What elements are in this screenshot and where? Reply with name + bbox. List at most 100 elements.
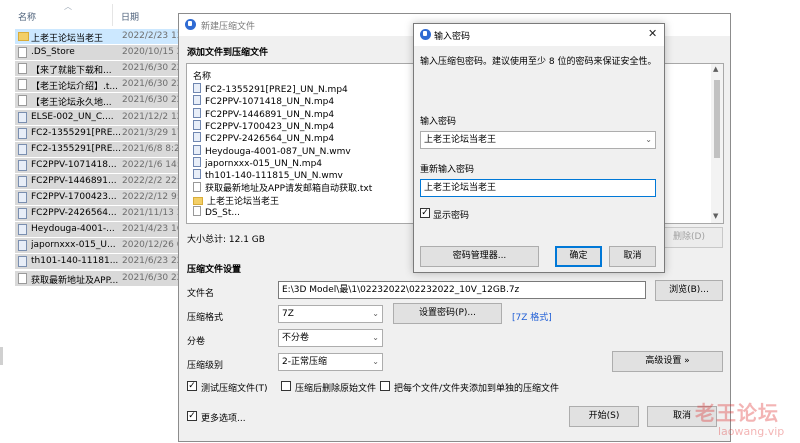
column-name[interactable]: 名称 — [18, 10, 36, 23]
watermark-url: laowang.vip — [718, 425, 785, 438]
set-password-button[interactable]: 设置密码(P)... — [393, 303, 502, 324]
scroll-handle[interactable] — [0, 347, 3, 365]
archive-list-item[interactable]: 获取最新地址及APP请发邮箱自动获取.txt — [193, 181, 372, 194]
scroll-down-icon[interactable]: ▼ — [713, 212, 718, 220]
archive-item-name: Heydouga-4001-087_UN_N.wmv — [205, 146, 351, 157]
filename-input[interactable]: E:\3D Model\最\1\02232022\02232022_10V_12… — [278, 281, 646, 299]
archive-list-item[interactable]: DS_St... — [193, 206, 240, 218]
archive-list-item[interactable]: Heydouga-4001-087_UN_N.wmv — [193, 144, 351, 157]
video-file-icon — [193, 144, 201, 155]
password-manager-button[interactable]: 密码管理器... — [420, 246, 539, 267]
file-icon — [18, 63, 27, 75]
file-icon — [18, 47, 27, 59]
archive-item-name: DS_St... — [205, 208, 240, 218]
video-file-icon — [18, 224, 27, 236]
separate-archives-checkbox[interactable] — [380, 381, 390, 391]
delete-source-checkbox[interactable] — [281, 381, 291, 391]
column-separator[interactable] — [112, 4, 113, 26]
file-row[interactable]: FC2-1355291[PRE... 2021/6/8 8:21 — [15, 141, 195, 157]
file-row[interactable]: 【来了就能下载和... 2021/6/30 22: — [15, 61, 195, 77]
video-file-icon — [193, 107, 201, 118]
app-icon — [185, 19, 196, 30]
column-date[interactable]: 日期 — [121, 10, 139, 23]
file-row[interactable]: FC2PPV-1700423... 2022/2/12 9:5 — [15, 190, 195, 205]
file-row[interactable]: japornxxx-015_U... 2020/12/26 0: — [15, 238, 195, 254]
watermark-logo: 老王论坛 — [695, 401, 779, 425]
video-file-icon — [18, 143, 27, 155]
file-row[interactable]: 【老王论坛介绍】.t... 2021/6/30 22: — [15, 77, 195, 93]
password-input[interactable]: 上老王论坛当老王 ⌄ — [420, 131, 656, 149]
archive-list-item[interactable]: FC2PPV-2426564_UN_N.mp4 — [193, 132, 334, 144]
file-name: FC2-1355291[PRE... — [31, 127, 121, 138]
archive-item-name: th101-140-111815_UN_N.wmv — [205, 171, 343, 182]
file-name: japornxxx-015_U... — [31, 240, 116, 251]
ok-button[interactable]: 确定 — [555, 246, 602, 267]
list-scrollbar[interactable]: ▲ ▼ — [711, 64, 723, 223]
archive-list-item[interactable]: th101-140-111815_UN_N.wmv — [193, 169, 343, 181]
file-icon — [18, 79, 27, 91]
file-row[interactable]: FC2PPV-2426564... 2021/11/13 3: — [15, 206, 195, 222]
format-link[interactable]: [7Z 格式] — [512, 310, 552, 323]
file-row[interactable]: .DS_Store 2020/10/15 23: — [15, 45, 195, 61]
advanced-settings-button[interactable]: 高级设置 » — [612, 351, 723, 372]
show-password-checkbox[interactable]: ✓ — [420, 208, 430, 218]
confirm-password-input[interactable]: 上老王论坛当老王 — [420, 179, 656, 197]
split-select[interactable]: 不分卷 ⌄ — [278, 329, 383, 347]
password-cancel-button[interactable]: 取消 — [609, 246, 656, 267]
app-icon — [420, 29, 431, 40]
password-dialog-title: 输入密码 — [434, 32, 471, 42]
separate-archives-label: 把每个文件/文件夹添加到单独的压缩文件 — [394, 384, 560, 394]
text-file-icon — [193, 182, 201, 193]
archive-list-item[interactable]: FC2PPV-1446891_UN_N.mp4 — [193, 107, 334, 120]
level-select[interactable]: 2-正常压缩 ⌄ — [278, 353, 383, 371]
file-row[interactable]: FC2-1355291[PRE... 2021/3/29 17: — [15, 125, 195, 141]
archive-list-item[interactable]: 上老王论坛当老王 — [193, 194, 279, 207]
format-select[interactable]: 7Z ⌄ — [278, 305, 383, 323]
file-row[interactable]: ELSE-002_UN_C.... 2021/12/2 12: — [15, 109, 195, 125]
video-file-icon — [18, 159, 27, 171]
file-row[interactable]: 【老王论坛永久地... 2021/6/30 22: — [15, 93, 195, 109]
test-archive-checkbox[interactable]: ✓ — [187, 381, 197, 391]
video-file-icon — [18, 175, 27, 187]
archive-list-item[interactable]: FC2-1355291[PRE2]_UN_N.mp4 — [193, 83, 348, 95]
file-row[interactable]: Heydouga-4001-... 2021/4/23 16: — [15, 222, 195, 238]
file-row[interactable]: FC2PPV-1071418... 2022/1/6 14:4 — [15, 157, 195, 173]
settings-heading: 压缩文件设置 — [187, 265, 242, 275]
browse-button[interactable]: 浏览(B)... — [655, 280, 723, 301]
scrollbar-thumb[interactable] — [714, 80, 720, 158]
more-options-checkbox[interactable]: ✓ — [187, 411, 197, 421]
archive-item-name: japornxxx-015_UN_N.mp4 — [205, 158, 323, 169]
archive-list-item[interactable]: japornxxx-015_UN_N.mp4 — [193, 156, 323, 169]
video-file-icon — [18, 240, 27, 252]
file-row[interactable]: th101-140-11181... 2021/6/23 22: — [15, 254, 195, 270]
archive-item-name: FC2PPV-1700423_UN_N.mp4 — [205, 121, 335, 132]
file-name: 上老王论坛当老王 — [31, 34, 104, 44]
test-archive-label: 测试压缩文件(T) — [201, 384, 268, 394]
format-label: 压缩格式 — [187, 313, 224, 323]
filename-label: 文件名 — [187, 289, 215, 299]
file-row[interactable]: 获取最新地址及APP... 2021/6/30 22: — [15, 270, 195, 286]
file-name: .DS_Store — [31, 47, 75, 58]
chevron-down-icon: ⌄ — [372, 309, 379, 318]
show-password-label: 显示密码 — [433, 211, 470, 221]
video-file-icon — [193, 132, 201, 143]
password-dialog-titlebar[interactable]: 输入密码 ✕ — [414, 24, 664, 46]
list-column-name[interactable]: 名称 — [193, 69, 211, 82]
start-button[interactable]: 开始(S) — [569, 406, 639, 427]
format-value: 7Z — [282, 309, 294, 319]
delete-button[interactable]: 删除(D) — [655, 227, 723, 248]
file-row[interactable]: 上老王论坛当老王 2022/2/23 13:4 — [15, 29, 195, 44]
scroll-up-icon[interactable]: ▲ — [713, 65, 718, 73]
file-name: FC2PPV-1071418... — [31, 159, 117, 170]
split-value: 不分卷 — [282, 333, 310, 343]
password-label: 输入密码 — [420, 117, 457, 127]
archive-list-item[interactable]: FC2PPV-1700423_UN_N.mp4 — [193, 119, 335, 132]
text-file-icon — [193, 206, 201, 216]
delete-source-label: 压缩后删除原始文件 — [295, 384, 377, 394]
file-row[interactable]: FC2PPV-1446891... 2022/2/2 22:4 — [15, 173, 195, 189]
chevron-down-icon: ⌄ — [372, 333, 379, 342]
video-file-icon — [18, 111, 27, 123]
file-name: Heydouga-4001-... — [31, 224, 115, 235]
close-icon[interactable]: ✕ — [648, 27, 657, 40]
archive-list-item[interactable]: FC2PPV-1071418_UN_N.mp4 — [193, 95, 334, 107]
